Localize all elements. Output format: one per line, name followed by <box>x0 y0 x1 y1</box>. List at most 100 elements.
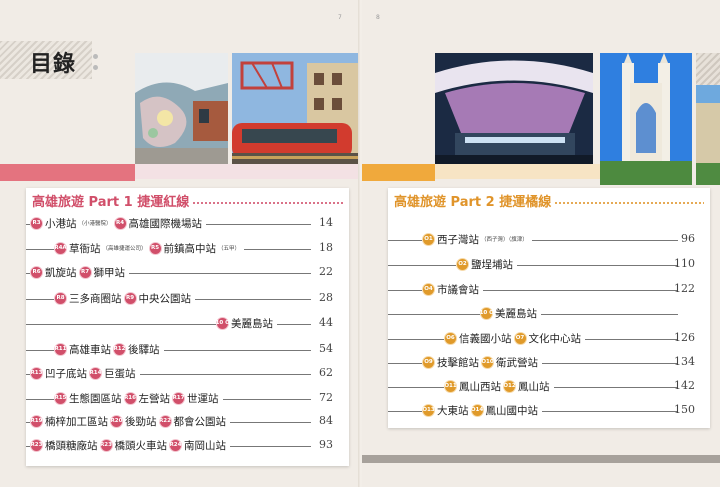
page-ref: 142 <box>674 379 695 392</box>
red-band-light <box>135 164 360 179</box>
section-title: 高雄旅遊 Part 2 捷運橘線 <box>394 195 552 210</box>
toc-row[interactable]: R6 凱旋站 R7 獅甲站 22 <box>26 261 333 280</box>
toc-row[interactable]: O13 大東站 O14 鳳山國中站 150 <box>388 399 695 418</box>
station-group: O1 西子灣站 （西子灣）（旗津） <box>422 231 532 247</box>
station-name: 衛武營站 <box>496 356 538 369</box>
station-code-badge: O2 <box>456 257 469 271</box>
station-name: 前鎮高中站 <box>163 242 217 255</box>
red-band <box>0 164 135 181</box>
station-name: 世運站 <box>187 392 219 405</box>
station-code-badge: R10 O5 <box>475 306 498 320</box>
toc-row[interactable]: R4A 草衙站 （高雄捷運公司） R5 前鎮高中站 （五甲） 18 <box>26 237 333 256</box>
toc-row[interactable]: R23 橋頭糖廠站 R23 橋頭火車站 R24 南岡山站 93 <box>26 434 333 453</box>
orange-band <box>362 164 435 181</box>
toc-row[interactable]: O4 市議會站 122 <box>388 278 695 297</box>
station-name: 大東站 <box>437 404 469 417</box>
toc-row[interactable]: O11 鳳山西站 O12 鳳山站 142 <box>388 375 695 394</box>
station-code-badge: R3 <box>30 216 43 230</box>
toc-row[interactable]: R11 高雄車站 R12 後驛站 54 <box>26 338 333 357</box>
section-heading-red: 高雄旅遊 Part 1 捷運紅線 <box>32 191 343 213</box>
toc-card-red-line: 高雄旅遊 Part 1 捷運紅線 R3 小港站 （小港醫院） R4 高雄國際機場站 14 R… <box>26 188 349 466</box>
station-name: 楠梓加工區站 <box>45 415 108 428</box>
station-group: R10 O5 美麗島站 <box>211 315 277 331</box>
station-name: 中央公園站 <box>138 292 192 305</box>
station-name: 獅甲站 <box>93 266 126 279</box>
station-group: R10 O5 美麗島站 <box>475 305 541 321</box>
toc-row[interactable]: R3 小港站 （小港醫院） R4 高雄國際機場站 14 <box>26 212 333 231</box>
toc-title-block: 目錄 <box>0 41 92 79</box>
station-code-badge: R23 <box>30 438 43 452</box>
station-code-badge: O9 <box>422 355 435 369</box>
page-ref: 62 <box>319 366 333 379</box>
station-code-badge: R11 <box>54 342 67 356</box>
station-name: 西子灣站 <box>437 233 479 246</box>
photo-red-tram <box>232 53 360 178</box>
station-code-badge: O13 <box>422 403 435 417</box>
page-ref: 122 <box>674 282 695 295</box>
station-code-badge: O4 <box>422 282 435 296</box>
page-number-right: 8 <box>376 14 380 21</box>
page-ref: 22 <box>319 265 333 278</box>
station-name: 文化中心站 <box>528 332 582 345</box>
page-ref: 72 <box>319 391 333 404</box>
page-ref: 54 <box>319 342 333 355</box>
station-name: 鳳山國中站 <box>485 404 539 417</box>
station-code-badge: O11 <box>444 379 457 393</box>
station-group: R4A 草衙站 （高雄捷運公司） R5 前鎮高中站 （五甲） <box>54 240 245 256</box>
station-name: 南岡山站 <box>184 439 226 452</box>
station-code-badge: R19 <box>30 414 43 428</box>
page-ref: 134 <box>674 355 695 368</box>
station-code-badge: R9 <box>123 291 137 305</box>
station-group: R23 橋頭糖廠站 R23 橋頭火車站 R24 南岡山站 <box>30 437 230 453</box>
station-group: R3 小港站 （小港醫院） R4 高雄國際機場站 <box>30 215 207 231</box>
station-code-badge: R20 <box>110 414 123 428</box>
toc-row[interactable]: O9 技擊館站 O10 衛武營站 134 <box>388 351 695 370</box>
page-ref: 93 <box>319 438 333 451</box>
station-name: 鳳山西站 <box>459 380 501 393</box>
station-name: 信義國小站 <box>459 332 512 345</box>
page-ref: 126 <box>674 331 695 344</box>
station-name: 鹽埕埔站 <box>471 258 513 271</box>
station-name: 三多商圈站 <box>69 292 122 305</box>
station-code-badge: R23 <box>99 438 113 452</box>
station-code-badge: O1 <box>422 232 435 246</box>
page-ref: 44 <box>319 316 333 329</box>
toc-row[interactable]: R10 O5 美麗島站 44 <box>26 312 333 331</box>
station-name: 凹子底站 <box>45 367 87 380</box>
toc-row[interactable]: R15 生態園區站 R16 左營站 R17 世運站 72 <box>26 387 333 406</box>
station-code-badge: O7 <box>513 331 527 345</box>
station-group: O6 信義國小站 O7 文化中心站 <box>444 330 585 346</box>
station-code-badge: R6 <box>30 265 43 279</box>
toc-row[interactable]: R19 楠梓加工區站 R20 後勁站 R22 都會公園站 84 <box>26 410 333 429</box>
toc-row[interactable]: O2 鹽埕埔站 110 <box>388 253 695 272</box>
station-group: O13 大東站 O14 鳳山國中站 <box>422 402 542 418</box>
section-title: 高雄旅遊 Part 1 捷運紅線 <box>32 195 190 210</box>
toc-row[interactable]: O1 西子灣站 （西子灣）（旗津） 96 <box>388 228 695 247</box>
station-name: 高雄車站 <box>69 343 111 356</box>
toc-row[interactable]: O6 信義國小站 O7 文化中心站 126 <box>388 327 695 346</box>
station-name: 鳳山站 <box>518 380 550 393</box>
station-name: 巨蛋站 <box>104 367 136 380</box>
station-note: （小港醫院） <box>78 221 112 227</box>
station-name: 都會公園站 <box>173 415 227 428</box>
station-code-badge: R15 <box>54 391 67 405</box>
station-note: （高雄捷運公司） <box>102 246 147 252</box>
page-ref: 150 <box>674 403 695 416</box>
page-ref: 28 <box>319 291 333 304</box>
station-code-badge: R14 <box>89 366 102 380</box>
station-code-badge: R13 <box>30 366 43 380</box>
page-ref: 110 <box>674 257 695 270</box>
toc-row[interactable]: R10 O5 美麗島站 <box>388 302 695 321</box>
station-group: R13 凹子底站 R14 巨蛋站 <box>30 365 140 381</box>
orange-band-light <box>435 164 600 179</box>
page-ref: 96 <box>681 232 695 245</box>
station-code-badge: O6 <box>444 331 457 345</box>
station-name: 橋頭火車站 <box>114 439 168 452</box>
station-name: 市議會站 <box>437 283 479 296</box>
page-ref: 84 <box>319 414 333 427</box>
bottom-bar <box>362 455 720 463</box>
toc-row[interactable]: R8 三多商圈站 R9 中央公園站 28 <box>26 287 333 306</box>
toc-row[interactable]: R13 凹子底站 R14 巨蛋站 62 <box>26 362 333 381</box>
station-group: O11 鳳山西站 O12 鳳山站 <box>444 378 554 394</box>
station-name: 技擊館站 <box>437 356 479 369</box>
